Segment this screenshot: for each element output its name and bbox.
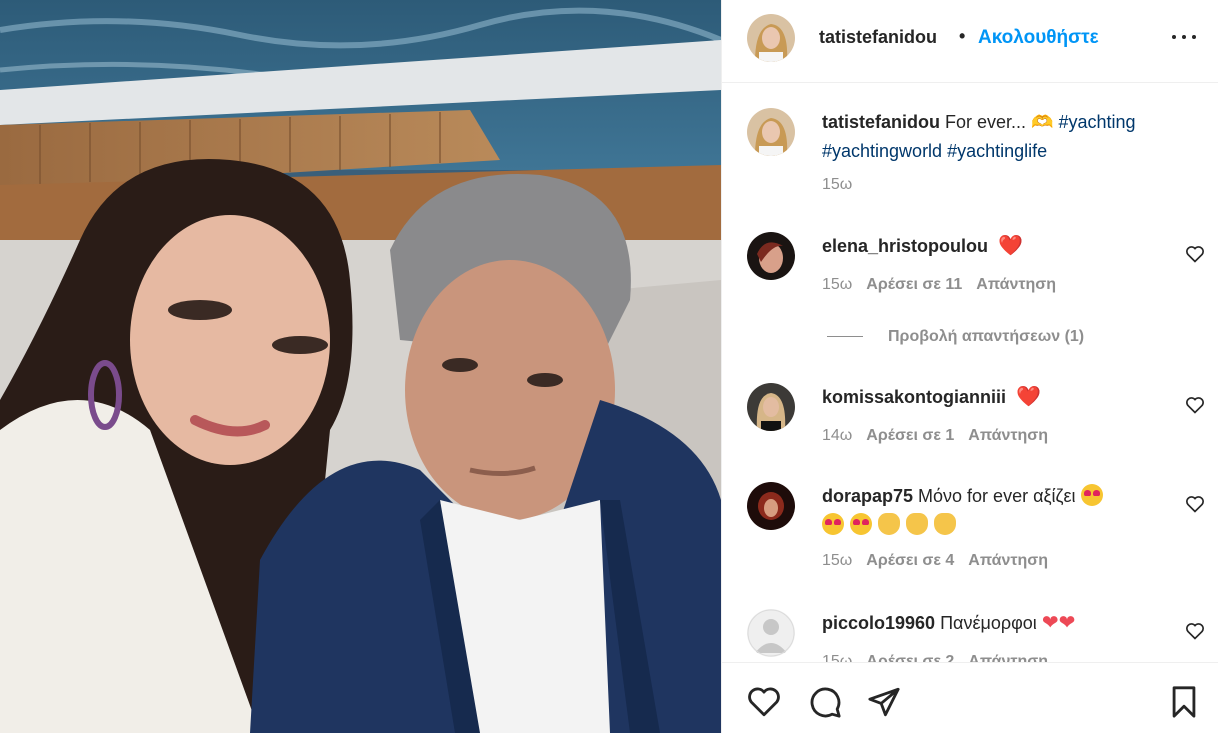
commenter-avatar[interactable]	[747, 232, 795, 280]
post-details-panel: tatistefanidou • Ακολουθήστε tatistefani…	[721, 0, 1218, 733]
share-icon[interactable]	[867, 685, 901, 719]
heart-eyes-emoji-icon	[850, 513, 872, 535]
follow-button[interactable]: Ακολουθήστε	[978, 27, 1099, 49]
commenter-avatar[interactable]	[747, 482, 795, 530]
comment-meta: 15ω Αρέσει σε 11 Απάντηση	[822, 276, 1056, 294]
comment-time: 15ω	[822, 552, 853, 569]
comment-time: 14ω	[822, 427, 853, 444]
like-comment-icon[interactable]	[1185, 494, 1205, 514]
view-replies-label: Προβολή απαντήσεων (1)	[888, 328, 1085, 345]
caption-body: For ever... 🫶	[945, 112, 1054, 132]
replies-line	[827, 336, 863, 338]
comment-meta: 14ω Αρέσει σε 1 Απάντηση	[822, 427, 1048, 445]
heart-icon[interactable]	[747, 685, 781, 719]
comment-likes[interactable]: Αρέσει σε 11	[866, 276, 962, 293]
comments-list[interactable]: tatistefanidou For ever... 🫶 #yachting #y…	[722, 84, 1218, 662]
comment-username[interactable]: piccolo19960	[822, 613, 935, 633]
post-header: tatistefanidou • Ακολουθήστε	[722, 0, 1218, 83]
comment-icon[interactable]	[808, 685, 842, 719]
like-comment-icon[interactable]	[1185, 621, 1205, 641]
post-actions-bar	[722, 662, 1218, 733]
caption-author-avatar[interactable]	[747, 108, 795, 156]
caption-text: tatistefanidou For ever... 🫶 #yachting #y…	[822, 108, 1164, 166]
bookmark-icon[interactable]	[1167, 685, 1201, 719]
red-heart-icon: ❤️	[998, 235, 1023, 257]
comment-likes[interactable]: Αρέσει σε 1	[866, 427, 954, 444]
heart-eyes-emoji-icon	[822, 513, 844, 535]
comment-time: 15ω	[822, 276, 853, 293]
author-avatar[interactable]	[747, 14, 795, 62]
more-options-icon[interactable]	[1170, 24, 1198, 48]
like-comment-icon[interactable]	[1185, 244, 1205, 264]
heart-eyes-emoji-icon	[1080, 484, 1103, 506]
hashtag[interactable]: #yachtinglife	[947, 141, 1047, 161]
reply-button[interactable]: Απάντηση	[976, 276, 1056, 293]
view-replies-button[interactable]: Προβολή απαντήσεων (1)	[827, 328, 1084, 346]
comment-username[interactable]: elena_hristopoulou	[822, 236, 988, 256]
clapping-hands-emoji-icon	[906, 513, 928, 535]
comment-time: 15ω	[822, 653, 853, 662]
caption-time: 15ω	[822, 176, 853, 193]
reply-button[interactable]: Απάντηση	[968, 427, 1048, 444]
red-heart-icon: ❤️	[1016, 386, 1041, 408]
caption-author[interactable]: tatistefanidou	[822, 112, 940, 132]
red-heart-icon: ❤	[1058, 612, 1076, 634]
hashtag[interactable]: #yachting	[1058, 112, 1135, 132]
comment-meta: 15ω Αρέσει σε 2 Απάντηση	[822, 653, 1048, 662]
like-comment-icon[interactable]	[1185, 395, 1205, 415]
post-photo[interactable]	[0, 0, 721, 733]
comment-likes[interactable]: Αρέσει σε 4	[866, 552, 954, 569]
comment-likes[interactable]: Αρέσει σε 2	[866, 653, 954, 662]
photo-illustration	[0, 0, 721, 733]
author-username[interactable]: tatistefanidou	[819, 27, 937, 48]
red-heart-icon: ❤	[1041, 612, 1059, 634]
reply-button[interactable]: Απάντηση	[968, 653, 1048, 662]
comment-meta: 15ω Αρέσει σε 4 Απάντηση	[822, 552, 1048, 570]
comment-username[interactable]: dorapap75	[822, 486, 913, 506]
commenter-avatar[interactable]	[747, 609, 795, 657]
comment-text: Μόνο for ever αξίζει	[918, 486, 1076, 506]
comment-username[interactable]: komissakontogianniii	[822, 387, 1006, 407]
clapping-hands-emoji-icon	[878, 513, 900, 535]
comment-text: Πανέμορφοι	[940, 613, 1037, 633]
reply-button[interactable]: Απάντηση	[968, 552, 1048, 569]
commenter-avatar[interactable]	[747, 383, 795, 431]
separator-dot: •	[959, 26, 966, 46]
clapping-hands-emoji-icon	[934, 513, 956, 535]
hashtag[interactable]: #yachtingworld	[822, 141, 942, 161]
